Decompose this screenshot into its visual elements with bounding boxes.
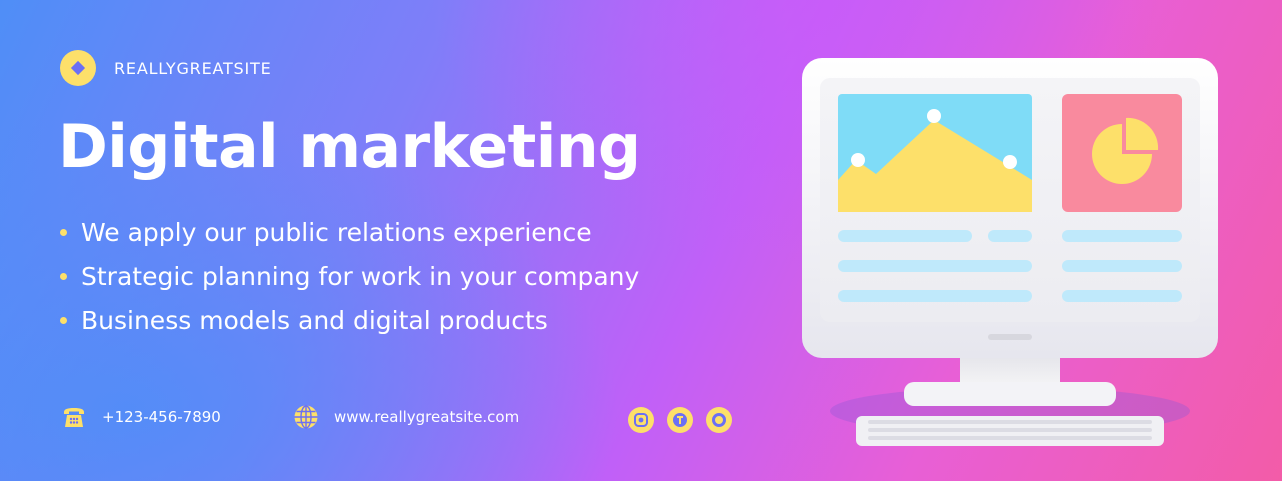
bullet-item: We apply our public relations experience bbox=[60, 210, 639, 254]
circle-social-icon[interactable] bbox=[706, 407, 732, 433]
twitter-icon[interactable] bbox=[667, 407, 693, 433]
bullet-dot bbox=[60, 228, 67, 236]
instagram-icon[interactable] bbox=[628, 407, 654, 433]
telephone-icon bbox=[60, 403, 88, 431]
website-url: www.reallygreatsite.com bbox=[334, 408, 520, 426]
bullet-item: Strategic planning for work in your comp… bbox=[60, 254, 639, 298]
bullet-item: Business models and digital products bbox=[60, 298, 639, 342]
diamond-logo-icon bbox=[60, 50, 96, 86]
monitor-illustration bbox=[800, 56, 1220, 456]
bullet-dot bbox=[60, 316, 67, 324]
bullet-text: We apply our public relations experience bbox=[81, 217, 592, 247]
bullet-dot bbox=[60, 272, 67, 280]
social-links bbox=[628, 407, 732, 433]
bullet-list: We apply our public relations experience… bbox=[60, 210, 639, 342]
phone-contact[interactable]: +123-456-7890 bbox=[60, 403, 221, 431]
bullet-text: Strategic planning for work in your comp… bbox=[81, 261, 640, 291]
brand: REALLYGREATSITE bbox=[60, 50, 272, 86]
brand-name: REALLYGREATSITE bbox=[114, 58, 272, 78]
headline: Digital marketing bbox=[58, 112, 641, 182]
bullet-text: Business models and digital products bbox=[81, 305, 548, 335]
globe-icon bbox=[292, 403, 320, 431]
website-contact[interactable]: www.reallygreatsite.com bbox=[292, 403, 519, 431]
phone-number: +123-456-7890 bbox=[102, 408, 221, 426]
